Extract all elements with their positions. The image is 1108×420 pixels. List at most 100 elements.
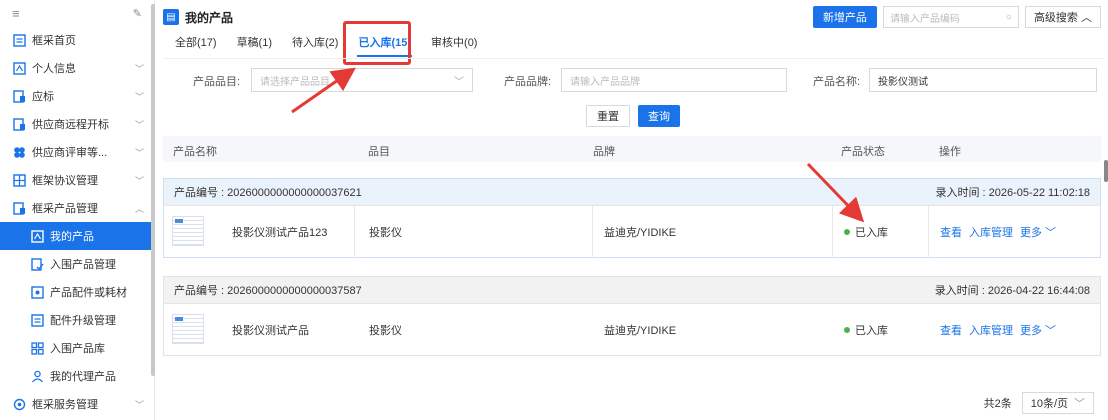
search-icon[interactable]: ○ [1006, 12, 1012, 23]
product-thumbnail[interactable] [172, 216, 204, 246]
name-label: 产品名称: [813, 76, 861, 88]
sidebar-item-my-products[interactable]: 我的产品 [0, 222, 154, 250]
more-dropdown[interactable]: 更多 ﹀ [1020, 224, 1056, 240]
id-card-icon [12, 61, 26, 75]
menu-icon[interactable]: ≡ [12, 6, 20, 21]
sidebar-item-parts-upgrade[interactable]: 配件升级管理 [0, 306, 154, 334]
product-name: 投影仪测试产品123 [232, 227, 328, 239]
sidebar-item-profile[interactable]: 个人信息 ﹀ [0, 54, 154, 82]
page-size-select[interactable]: 10条/页 ﹀ [1021, 392, 1094, 414]
row-body: 投影仪测试产品123 投影仪 益迪克/YIDIKE 已入库 查看 入库管理 更多… [164, 205, 1100, 258]
sidebar-item-label: 框采产品管理 [32, 203, 98, 215]
parts-icon [30, 285, 44, 299]
pagination: 共2条 10条/页 ﹀ [984, 392, 1094, 414]
sidebar-item-label: 我的代理产品 [50, 371, 116, 383]
status-text: 已入库 [855, 227, 888, 239]
row-body: 投影仪测试产品 投影仪 益迪克/YIDIKE 已入库 查看 入库管理 更多 ﹀ [164, 303, 1100, 355]
product-brand: 益迪克/YIDIKE [604, 227, 677, 239]
sidebar-item-framework-agreement[interactable]: 框架协议管理 ﹀ [0, 166, 154, 194]
sidebar-item-label: 个人信息 [32, 63, 76, 75]
sidebar-item-shortlisted-library[interactable]: 入围产品库 [0, 334, 154, 362]
status-text: 已入库 [855, 325, 888, 337]
category-select[interactable]: 请选择产品品目 ﹀ [251, 68, 473, 92]
advanced-search-button[interactable]: 高级搜索 ︿ [1024, 6, 1101, 28]
sidebar-item-supplier-review[interactable]: 供应商评审等... ﹀ [0, 138, 154, 166]
column-divider [592, 206, 593, 258]
add-product-button[interactable]: 新增产品 [812, 6, 877, 28]
pin-icon[interactable]: ✎ [133, 7, 142, 20]
product-category: 投影仪 [369, 227, 402, 239]
table-row: 产品编号 : 2026000000000000037621 录入时间 : 202… [163, 178, 1101, 258]
sidebar-item-label: 框架协议管理 [32, 175, 98, 187]
column-header-status: 产品状态 [841, 146, 885, 158]
view-link[interactable]: 查看 [940, 224, 962, 240]
sidebar-item-service-management[interactable]: 框采服务管理 ﹀ [0, 390, 154, 418]
sidebar-item-label: 配件升级管理 [50, 315, 116, 327]
brand-label: 产品品牌: [504, 76, 552, 88]
storage-management-link[interactable]: 入库管理 [969, 322, 1013, 338]
brand-placeholder: 请输入产品品牌 [570, 76, 640, 88]
more-dropdown[interactable]: 更多 ﹀ [1020, 322, 1056, 338]
product-brand: 益迪克/YIDIKE [604, 325, 677, 337]
id-card-icon [30, 229, 44, 243]
chevron-down-icon: ﹀ [134, 119, 144, 130]
brand-input[interactable]: 请输入产品品牌 [561, 68, 787, 92]
product-code: 产品编号 : 2026000000000000037587 [174, 285, 362, 297]
view-link[interactable]: 查看 [940, 322, 962, 338]
user-icon [30, 369, 44, 383]
tab-draft[interactable]: 草稿(1) [237, 30, 272, 54]
storage-management-link[interactable]: 入库管理 [969, 224, 1013, 240]
page-size-value: 10条/页 [1030, 398, 1068, 410]
product-code-search-input[interactable]: 请输入产品编码 ○ [882, 6, 1019, 28]
sidebar-item-shortlisted-management[interactable]: 入围产品管理 [0, 250, 154, 278]
row-header: 产品编号 : 2026000000000000037587 录入时间 : 202… [164, 277, 1100, 303]
sidebar-scrollbar[interactable] [151, 4, 155, 376]
tab-all[interactable]: 全部(17) [175, 30, 217, 54]
product-thumbnail[interactable] [172, 314, 204, 344]
product-name-value: 投影仪测试 [878, 76, 928, 88]
table-row: 产品编号 : 2026000000000000037587 录入时间 : 202… [163, 276, 1101, 356]
product-name-input[interactable]: 投影仪测试 [869, 68, 1097, 92]
chevron-down-icon: ﹀ [1074, 398, 1085, 410]
chevron-down-icon: ﹀ [134, 63, 144, 74]
sidebar-item-bidding[interactable]: 应标 ﹀ [0, 82, 154, 110]
row-header: 产品编号 : 2026000000000000037621 录入时间 : 202… [164, 179, 1100, 205]
page-scrollbar[interactable] [1104, 160, 1108, 182]
tab-divider [163, 58, 1103, 59]
row-operations: 查看 入库管理 更多 ﹀ [940, 304, 1063, 356]
category-placeholder: 请选择产品品目 [260, 76, 330, 88]
cluster-icon [12, 145, 26, 159]
status-badge: 已入库 [844, 206, 888, 258]
sidebar-item-label: 框采服务管理 [32, 399, 98, 411]
sidebar-item-agency-products[interactable]: 我的代理产品 [0, 362, 154, 390]
tab-under-review[interactable]: 审核中(0) [431, 30, 477, 54]
query-button[interactable]: 查询 [638, 105, 680, 127]
chevron-down-icon: ﹀ [134, 399, 144, 410]
page-title: 我的产品 [185, 10, 234, 25]
tab-pending-storage[interactable]: 待入库(2) [292, 30, 338, 54]
doc-edit-icon [12, 89, 26, 103]
reset-button[interactable]: 重置 [586, 105, 630, 127]
chevron-up-icon: ︿ [134, 203, 144, 214]
status-badge: 已入库 [844, 304, 888, 356]
sidebar-item-product-management[interactable]: 框采产品管理 ︿ [0, 194, 154, 222]
sidebar-item-home[interactable]: 框采首页 [0, 26, 154, 54]
column-header-category: 品目 [368, 146, 390, 158]
chevron-down-icon: ﹀ [134, 91, 144, 102]
product-name: 投影仪测试产品 [232, 325, 309, 337]
row-operations: 查看 入库管理 更多 ﹀ [940, 206, 1063, 258]
sidebar-item-label: 产品配件或耗材 [50, 287, 127, 299]
product-code: 产品编号 : 2026000000000000037621 [174, 187, 362, 199]
column-divider [354, 206, 355, 258]
status-dot [844, 229, 850, 235]
chevron-down-icon: ﹀ [134, 147, 144, 158]
category-label: 产品品目: [193, 76, 241, 88]
sidebar-item-parts-consumables[interactable]: 产品配件或耗材 [0, 278, 154, 306]
column-divider [832, 206, 833, 258]
table-header: 产品名称 品目 品牌 产品状态 操作 [163, 136, 1101, 162]
total-count: 共2条 [983, 398, 1012, 410]
chevron-down-icon: ﹀ [454, 76, 464, 88]
sidebar-item-label: 应标 [32, 91, 54, 103]
sidebar-item-remote-opening[interactable]: 供应商远程开标 ﹀ [0, 110, 154, 138]
page-header: ▤ 我的产品 新增产品 请输入产品编码 ○ 高级搜索 ︿ [163, 6, 1101, 28]
